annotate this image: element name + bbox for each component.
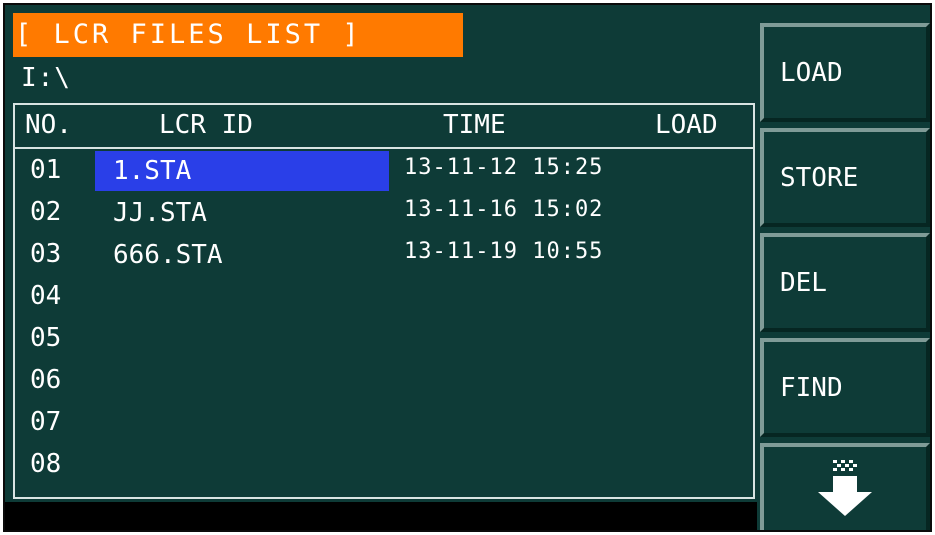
page-title: [ LCR FILES LIST ] xyxy=(13,13,463,57)
file-name[interactable]: 666.STA xyxy=(95,235,389,275)
table-row[interactable]: 03 666.STA 13-11-19 10:55 xyxy=(15,235,753,277)
status-bar xyxy=(5,502,757,530)
column-header-time: TIME xyxy=(443,110,506,140)
file-time: 13-11-16 15:02 xyxy=(404,197,604,222)
file-name-selected[interactable]: 1.STA xyxy=(95,151,389,191)
table-row[interactable]: 01 1.STA 13-11-12 15:25 xyxy=(15,151,753,193)
table-header: NO. LCR ID TIME LOAD xyxy=(15,105,753,149)
find-button[interactable]: FIND xyxy=(760,338,930,437)
row-number: 07 xyxy=(30,407,62,437)
table-row[interactable]: 07 xyxy=(15,403,753,445)
file-time: 13-11-19 10:55 xyxy=(404,239,604,264)
lcr-screen: [ LCR FILES LIST ] I:\ NO. LCR ID TIME L… xyxy=(3,3,932,532)
column-header-no: NO. xyxy=(25,110,72,140)
row-number: 06 xyxy=(30,365,62,395)
column-header-lcr-id: LCR ID xyxy=(159,110,253,140)
column-header-load: LOAD xyxy=(655,110,718,140)
table-row[interactable]: 08 xyxy=(15,445,753,487)
file-name[interactable] xyxy=(95,277,389,317)
file-time: 13-11-12 15:25 xyxy=(404,155,604,180)
row-number: 02 xyxy=(30,197,62,227)
row-number: 08 xyxy=(30,449,62,479)
table-row[interactable]: 05 xyxy=(15,319,753,361)
page-down-arrow-icon xyxy=(818,459,872,516)
file-list-panel: NO. LCR ID TIME LOAD 01 1.STA 13-11-12 1… xyxy=(13,103,755,499)
page-down-button[interactable] xyxy=(760,443,930,530)
file-name[interactable] xyxy=(95,319,389,359)
load-button[interactable]: LOAD xyxy=(760,23,930,122)
file-name[interactable] xyxy=(95,403,389,443)
current-path: I:\ xyxy=(21,63,71,93)
file-name[interactable] xyxy=(95,445,389,485)
table-row[interactable]: 06 xyxy=(15,361,753,403)
row-number: 04 xyxy=(30,281,62,311)
store-button[interactable]: STORE xyxy=(760,128,930,227)
row-number: 01 xyxy=(30,155,62,185)
file-name[interactable] xyxy=(95,361,389,401)
table-row[interactable]: 04 xyxy=(15,277,753,319)
table-row[interactable]: 02 JJ.STA 13-11-16 15:02 xyxy=(15,193,753,235)
file-name[interactable]: JJ.STA xyxy=(95,193,389,233)
row-number: 03 xyxy=(30,239,62,269)
row-number: 05 xyxy=(30,323,62,353)
delete-button[interactable]: DEL xyxy=(760,233,930,332)
